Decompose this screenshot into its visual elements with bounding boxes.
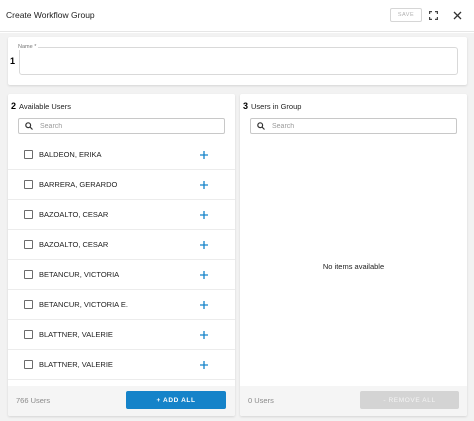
name-field[interactable]: [19, 47, 458, 75]
list-item[interactable]: BAZOALTO, CESAR: [8, 230, 235, 260]
user-name: BETANCUR, VICTORIA: [39, 270, 120, 279]
search-icon: [257, 122, 265, 130]
search-icon: [25, 122, 33, 130]
user-checkbox[interactable]: [24, 150, 33, 159]
user-checkbox[interactable]: [24, 180, 33, 189]
list-item[interactable]: BETANCUR, VICTORIA: [8, 260, 235, 290]
users-in-group-search-input[interactable]: [272, 122, 442, 130]
users-in-group-search[interactable]: [250, 118, 457, 134]
available-users-search[interactable]: [18, 118, 225, 134]
add-all-button[interactable]: + ADD ALL: [126, 391, 226, 409]
user-name: BAZOALTO, CESAR: [39, 240, 109, 249]
add-user-icon[interactable]: [198, 299, 210, 311]
add-user-icon[interactable]: [198, 179, 210, 191]
list-item[interactable]: BETANCUR, VICTORIA E.: [8, 290, 235, 320]
add-user-icon[interactable]: [198, 209, 210, 221]
list-item[interactable]: BLATTNER, VALERIE: [8, 350, 235, 380]
user-checkbox[interactable]: [24, 210, 33, 219]
available-users-panel: 2 Available Users BALDEON, ERIKA BARRERA…: [8, 94, 235, 416]
user-checkbox[interactable]: [24, 270, 33, 279]
user-name: BLATTNER, VALERIE: [39, 330, 113, 339]
available-users-count: 766 Users: [16, 396, 51, 405]
users-in-group-title: Users in Group: [251, 102, 302, 111]
users-in-group-count: 0 Users: [248, 396, 274, 405]
list-item[interactable]: BAZOALTO, CESAR: [8, 200, 235, 230]
dialog-title: Create Workflow Group: [6, 10, 95, 20]
expand-icon[interactable]: [427, 9, 439, 21]
available-users-list: BALDEON, ERIKA BARRERA, GERARDO BAZOALTO…: [8, 140, 235, 384]
user-name: BALDEON, ERIKA: [39, 150, 102, 159]
name-field-label: Name *: [16, 44, 39, 50]
user-name: BAZOALTO, CESAR: [39, 210, 109, 219]
user-name: BETANCUR, VICTORIA E.: [39, 300, 128, 309]
close-icon[interactable]: [451, 9, 463, 21]
available-users-search-input[interactable]: [40, 122, 210, 130]
marker-1: 1: [10, 56, 16, 66]
users-in-group-footer: 0 Users - REMOVE ALL: [240, 386, 467, 416]
user-checkbox[interactable]: [24, 240, 33, 249]
save-button[interactable]: SAVE: [390, 8, 422, 22]
list-item[interactable]: BARRERA, GERARDO: [8, 170, 235, 200]
empty-state-text: No items available: [322, 262, 385, 271]
available-users-title: Available Users: [19, 102, 71, 111]
name-card: [8, 37, 467, 85]
add-user-icon[interactable]: [198, 329, 210, 341]
add-user-icon[interactable]: [198, 359, 210, 371]
user-name: BLATTNER, VALERIE: [39, 360, 113, 369]
user-checkbox[interactable]: [24, 360, 33, 369]
marker-2: 2: [11, 101, 17, 111]
user-checkbox[interactable]: [24, 300, 33, 309]
users-in-group-panel: 3 Users in Group No items available 0 Us…: [240, 94, 467, 416]
add-user-icon[interactable]: [198, 239, 210, 251]
user-checkbox[interactable]: [24, 330, 33, 339]
add-user-icon[interactable]: [198, 269, 210, 281]
list-item[interactable]: BALDEON, ERIKA: [8, 140, 235, 170]
add-user-icon[interactable]: [198, 149, 210, 161]
available-users-footer: 766 Users + ADD ALL: [8, 386, 235, 416]
marker-3: 3: [243, 101, 249, 111]
user-name: BARRERA, GERARDO: [39, 180, 118, 189]
list-item[interactable]: BLATTNER, VALERIE: [8, 320, 235, 350]
dialog-header: Create Workflow Group SAVE: [0, 0, 474, 32]
remove-all-button[interactable]: - REMOVE ALL: [360, 391, 459, 409]
